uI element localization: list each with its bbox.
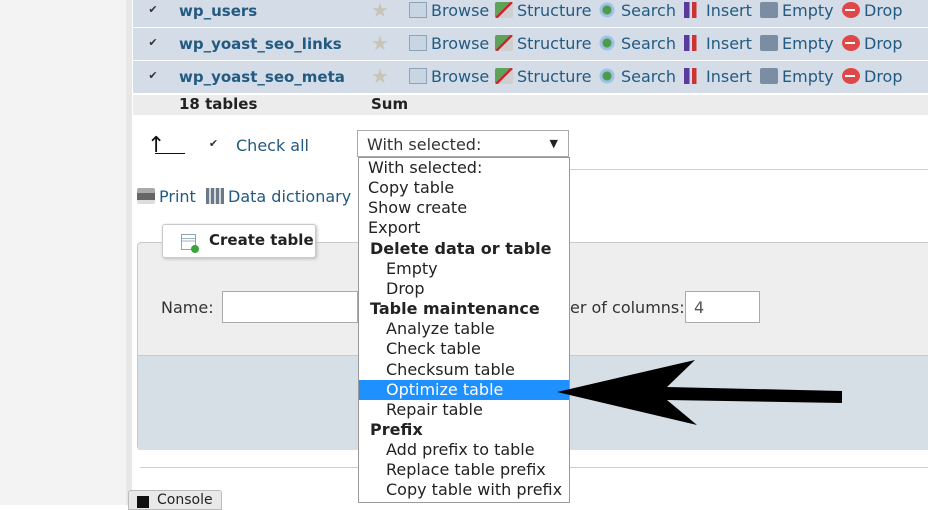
dropdown-option[interactable]: With selected: (359, 158, 569, 178)
insert-link[interactable]: Insert (684, 1, 752, 20)
with-selected-dropdown: With selected: Copy table Show create Expor… (358, 157, 570, 503)
insert-icon (684, 2, 702, 18)
insert-icon (684, 35, 702, 51)
create-table-icon (181, 234, 199, 253)
table-row: ✔ wp_users ★ Browse Structure Search Ins… (133, 0, 928, 28)
dropdown-option[interactable]: Analyze table (359, 319, 569, 339)
search-link[interactable]: Search (599, 1, 676, 20)
data-dictionary-link[interactable]: Data dictionary (206, 187, 351, 206)
empty-icon (760, 35, 778, 51)
empty-icon (760, 2, 778, 18)
structure-icon (495, 35, 513, 51)
browse-icon (409, 35, 427, 51)
favorite-star-icon[interactable]: ★ (371, 31, 389, 55)
empty-icon (760, 68, 778, 84)
browse-link[interactable]: Browse (409, 67, 489, 86)
dropdown-option[interactable]: Empty (359, 259, 569, 279)
empty-link[interactable]: Empty (760, 67, 834, 86)
data-dictionary-icon (206, 188, 224, 204)
dropdown-option[interactable]: Checksum table (359, 360, 569, 380)
row-checkbox[interactable]: ✔ (147, 70, 159, 82)
browse-link[interactable]: Browse (409, 1, 489, 20)
dropdown-group-label: Delete data or table (370, 238, 552, 258)
check-all-label[interactable]: Check all (236, 136, 309, 155)
dropdown-option[interactable]: Add prefix to table (359, 440, 569, 460)
drop-link[interactable]: Drop (842, 67, 903, 86)
browse-icon (409, 68, 427, 84)
row-checkbox[interactable]: ✔ (147, 4, 159, 16)
table-count: 18 tables (179, 95, 258, 113)
select-value: With selected: (367, 135, 482, 154)
dropdown-option[interactable]: Drop (359, 279, 569, 299)
browse-icon (409, 2, 427, 18)
insert-icon (684, 68, 702, 84)
name-label: Name: (161, 298, 214, 317)
table-row: ✔ wp_yoast_seo_links ★ Browse Structure … (133, 28, 928, 61)
empty-link[interactable]: Empty (760, 1, 834, 20)
drop-icon (842, 35, 860, 51)
structure-icon (495, 2, 513, 18)
chevron-down-icon: ▼ (549, 137, 558, 150)
favorite-star-icon[interactable]: ★ (371, 64, 389, 88)
console-icon (137, 496, 149, 508)
dropdown-option[interactable]: Export (359, 218, 569, 238)
dropdown-option[interactable]: Copy table with prefix (359, 480, 569, 500)
dropdown-option[interactable]: Replace table prefix (359, 460, 569, 480)
dropdown-option[interactable]: Show create (359, 198, 569, 218)
sum-label: Sum (371, 95, 409, 113)
table-row: ✔ wp_yoast_seo_meta ★ Browse Structure S… (133, 61, 928, 94)
search-icon (599, 35, 617, 51)
drop-icon (842, 68, 860, 84)
row-checkbox[interactable]: ✔ (147, 37, 159, 49)
browse-link[interactable]: Browse (409, 34, 489, 53)
summary-row: 18 tables Sum (133, 95, 928, 115)
table-name-link[interactable]: wp_yoast_seo_links (179, 35, 342, 53)
console-tab[interactable]: Console (128, 490, 222, 510)
search-link[interactable]: Search (599, 34, 676, 53)
check-all-arrow-line (155, 153, 185, 154)
pointer-arrow-icon (557, 360, 842, 425)
drop-icon (842, 2, 860, 18)
search-icon (599, 68, 617, 84)
print-link[interactable]: Print (137, 187, 196, 206)
create-table-legend: Create table (162, 224, 316, 258)
drop-link[interactable]: Drop (842, 34, 903, 53)
columns-label: er of columns: (570, 298, 685, 317)
printer-icon (137, 188, 155, 204)
insert-link[interactable]: Insert (684, 67, 752, 86)
dropdown-group-label: Table maintenance (370, 299, 540, 319)
create-table-title: Create table (209, 231, 314, 249)
columns-input[interactable]: 4 (685, 291, 760, 323)
table-name-link[interactable]: wp_users (179, 2, 257, 20)
with-selected-select[interactable]: With selected: ▼ (357, 130, 569, 157)
structure-link[interactable]: Structure (495, 1, 591, 20)
panel-resizer[interactable] (126, 0, 132, 505)
console-label: Console (157, 492, 213, 508)
search-icon (599, 2, 617, 18)
structure-link[interactable]: Structure (495, 34, 591, 53)
empty-link[interactable]: Empty (760, 34, 834, 53)
table-name-link[interactable]: wp_yoast_seo_meta (179, 68, 345, 86)
dropdown-option[interactable]: Repair table (359, 400, 569, 420)
drop-link[interactable]: Drop (842, 1, 903, 20)
dropdown-option[interactable]: Copy table (359, 178, 569, 198)
dropdown-option[interactable]: Check table (359, 339, 569, 359)
structure-link[interactable]: Structure (495, 67, 591, 86)
favorite-star-icon[interactable]: ★ (371, 0, 389, 22)
insert-link[interactable]: Insert (684, 34, 752, 53)
dropdown-group-label: Prefix (370, 419, 423, 439)
navigation-panel (0, 0, 132, 505)
table-name-input[interactable] (222, 291, 358, 323)
structure-icon (495, 68, 513, 84)
search-link[interactable]: Search (599, 67, 676, 86)
check-all-checkbox[interactable]: ✔ (207, 137, 220, 150)
dropdown-option[interactable]: Optimize table (359, 379, 569, 400)
